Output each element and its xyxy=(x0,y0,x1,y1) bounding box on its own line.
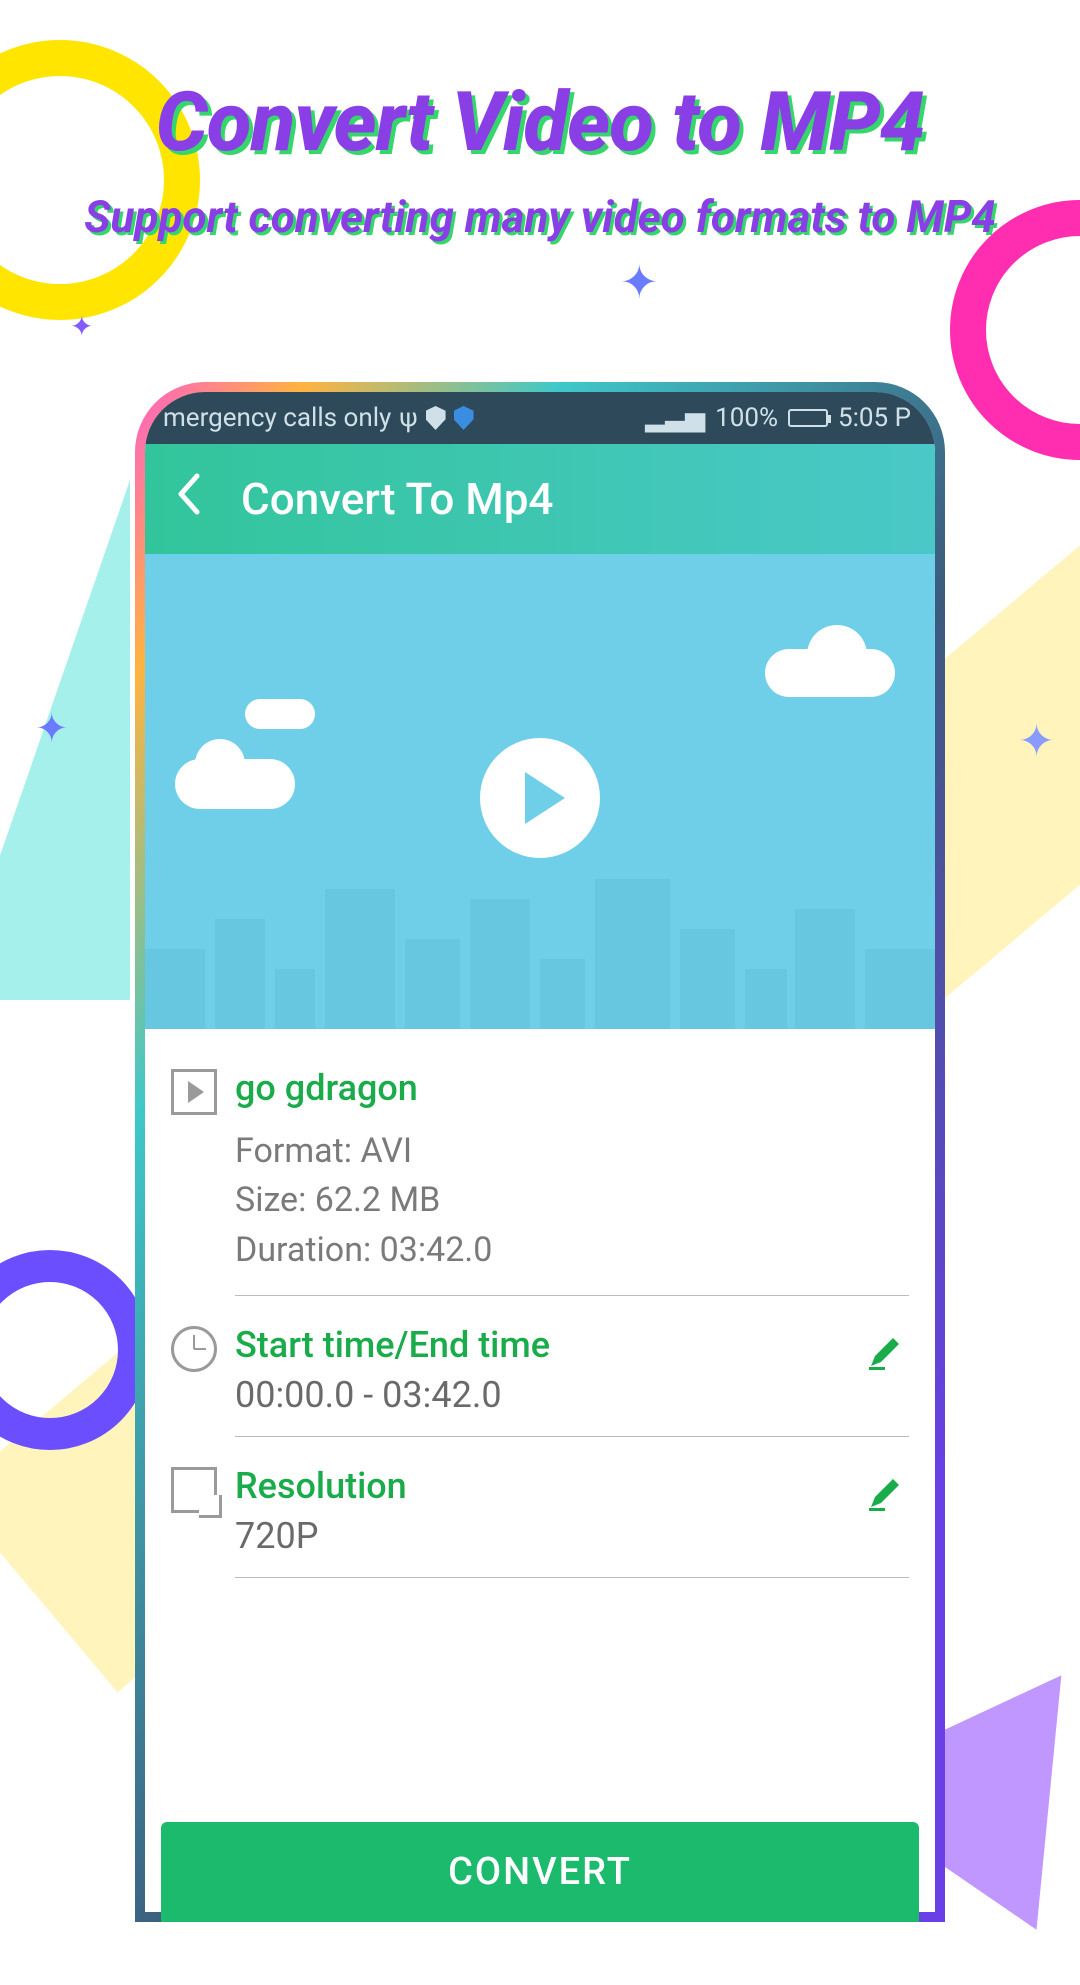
file-size: Size: 62.2 MB xyxy=(235,1176,909,1225)
status-battery-pct: 100% xyxy=(715,403,778,433)
file-info-row: go gdragon Format: AVI Size: 62.2 MB Dur… xyxy=(171,1053,909,1310)
app-bar: Convert To Mp4 xyxy=(145,444,935,554)
status-network-text: mergency calls only xyxy=(163,403,391,433)
time-range-label: Start time/End time xyxy=(235,1324,909,1366)
time-range-row[interactable]: Start time/End time 00:00.0 - 03:42.0 xyxy=(171,1310,909,1451)
battery-icon xyxy=(788,409,828,427)
cloud-icon xyxy=(175,759,295,809)
file-name: go gdragon xyxy=(235,1067,909,1109)
resolution-icon xyxy=(171,1467,217,1513)
video-file-icon xyxy=(171,1069,217,1115)
file-format: Format: AVI xyxy=(235,1127,909,1176)
shield-blue-icon xyxy=(454,406,474,430)
sparkle-icon: ✦ xyxy=(620,255,659,310)
sparkle-icon: ✦ xyxy=(35,705,69,752)
play-icon xyxy=(525,772,565,824)
app-title: Convert To Mp4 xyxy=(241,473,553,525)
clock-icon xyxy=(171,1326,217,1372)
resolution-row[interactable]: Resolution 720P xyxy=(171,1451,909,1592)
cloud-icon xyxy=(245,699,315,729)
shield-icon xyxy=(426,406,446,430)
edit-resolution-button[interactable] xyxy=(865,1473,905,1517)
sparkle-icon: ✦ xyxy=(70,310,93,343)
resolution-label: Resolution xyxy=(235,1465,909,1507)
resolution-value: 720P xyxy=(235,1515,909,1557)
play-button[interactable] xyxy=(480,738,600,858)
usb-icon: ψ xyxy=(399,403,417,433)
promo-subtitle: Support converting many video formats to… xyxy=(0,189,1080,246)
edit-time-button[interactable] xyxy=(865,1332,905,1376)
time-range-value: 00:00.0 - 03:42.0 xyxy=(235,1374,909,1416)
file-duration: Duration: 03:42.0 xyxy=(235,1226,909,1275)
promo-title: Convert Video to MP4 xyxy=(0,75,1080,171)
status-time: 5:05 P xyxy=(838,403,911,433)
sparkle-icon: ✦ xyxy=(1018,715,1055,767)
signal-icon: ▂▃▅ xyxy=(645,403,705,433)
back-button[interactable] xyxy=(165,466,213,533)
cloud-icon xyxy=(765,649,895,697)
status-bar: mergency calls only ψ ▂▃▅ 100% 5:05 P xyxy=(145,392,935,444)
phone-frame: mergency calls only ψ ▂▃▅ 100% 5:05 P Co… xyxy=(135,382,945,1922)
video-preview[interactable] xyxy=(145,554,935,1029)
convert-button[interactable]: CONVERT xyxy=(161,1822,919,1912)
